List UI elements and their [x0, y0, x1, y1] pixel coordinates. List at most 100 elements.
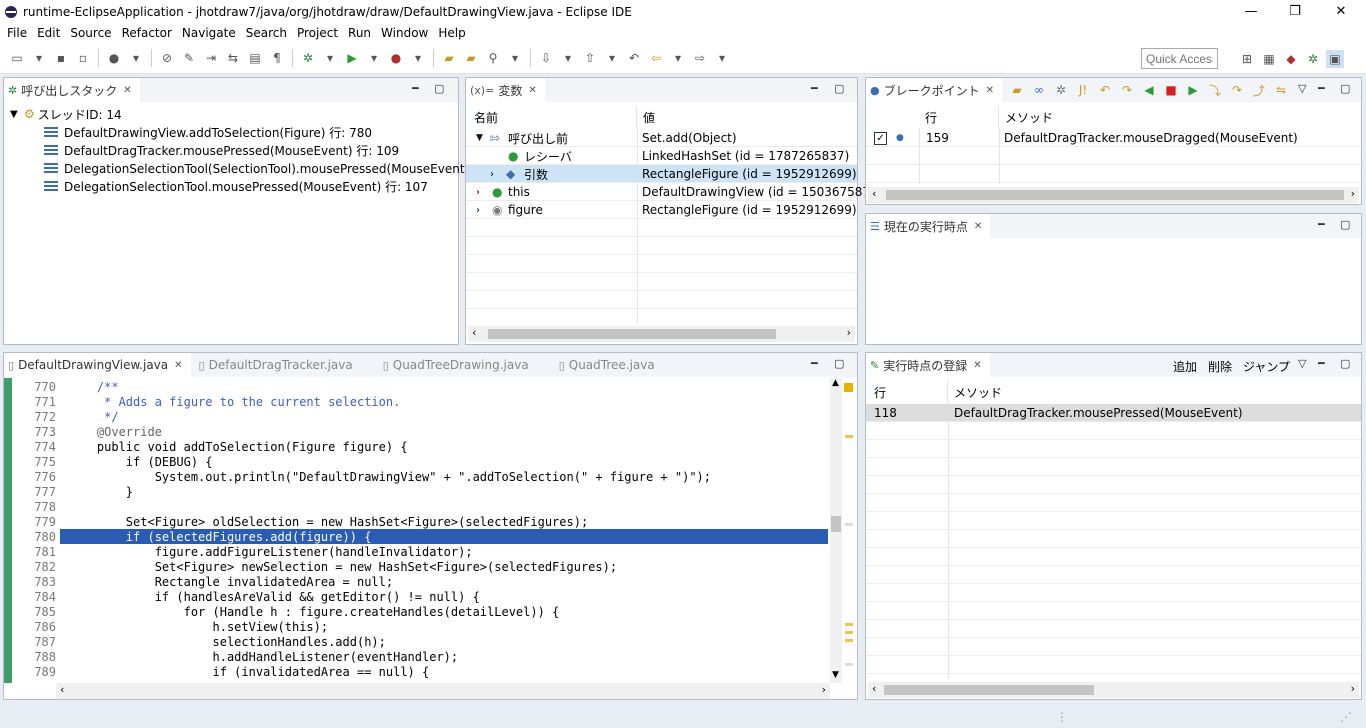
open-folder-icon[interactable]: ▰	[1008, 81, 1026, 99]
column-header-method[interactable]: メソッド	[948, 381, 1359, 403]
restore-button[interactable]: ❐	[1272, 0, 1318, 23]
layout-perspective-icon[interactable]: ▣	[1326, 50, 1344, 68]
overview-ruler-marker[interactable]	[845, 631, 853, 634]
last-edit-icon[interactable]: ↶	[625, 49, 643, 67]
git-perspective-icon[interactable]: ◆	[1282, 50, 1300, 68]
run-icon[interactable]: ▶	[343, 49, 361, 67]
code-area[interactable]: 770 /** 771 * Adds a figure to the curre…	[12, 379, 828, 679]
menu-source[interactable]: Source	[65, 26, 116, 40]
variable-row[interactable]: › ◉ figure RectangleFigure (id = 1952912…	[466, 201, 857, 219]
chevron-down-icon[interactable]: ▾	[409, 49, 427, 67]
exception-breakpoint-icon[interactable]: J!	[1074, 81, 1092, 99]
tab-defaultdrawingview[interactable]: ▯ DefaultDrawingView.java ✕	[4, 353, 191, 377]
open-folder-icon[interactable]: ▰	[462, 49, 480, 67]
close-button[interactable]: ✕	[1318, 0, 1364, 23]
debug-icon[interactable]: ✲	[299, 49, 317, 67]
step-return-icon[interactable]: ⤴	[1250, 81, 1268, 99]
close-icon[interactable]: ✕	[123, 85, 131, 96]
maximize-icon[interactable]: ▢	[834, 82, 844, 95]
chevron-down-icon[interactable]: ▼	[832, 670, 839, 680]
tab-defaultdragtracker[interactable]: ▯ DefaultDragTracker.java	[195, 353, 361, 377]
chevron-down-icon[interactable]: ▾	[506, 49, 524, 67]
menu-search[interactable]: Search	[241, 26, 292, 40]
chevron-down-icon[interactable]: ▾	[669, 49, 687, 67]
chevron-down-icon[interactable]: ▾	[321, 49, 339, 67]
chevron-down-icon[interactable]: ▾	[603, 49, 621, 67]
scrollbar-thumb[interactable]	[884, 685, 1094, 695]
menu-file[interactable]: File	[2, 26, 32, 40]
overview-ruler-marker[interactable]	[845, 523, 853, 526]
stack-frame[interactable]: DelegationSelectionTool(SelectionTool).m…	[44, 159, 501, 177]
step-back-icon[interactable]: ◀	[1140, 81, 1158, 99]
vertical-scrollbar[interactable]: ▲ ▼	[830, 378, 842, 683]
terminate-icon[interactable]: ■	[1162, 81, 1180, 99]
chevron-down-icon[interactable]: ▾	[365, 49, 383, 67]
chevron-left-icon[interactable]: ‹	[472, 326, 476, 339]
skip-icon[interactable]: ✲	[1052, 81, 1070, 99]
chevron-down-icon[interactable]: ▾	[713, 49, 731, 67]
minimize-icon[interactable]: ━	[1318, 357, 1325, 370]
chevron-left-icon[interactable]: ‹	[872, 682, 876, 695]
chevron-down-icon[interactable]: ▾	[559, 49, 577, 67]
step-into-icon[interactable]: ⤵	[1206, 81, 1224, 99]
column-header-value[interactable]: 値	[637, 106, 857, 128]
jump-button[interactable]: ジャンプ	[1243, 358, 1290, 375]
tab-variables[interactable]: (x)= 変数 ✕	[466, 78, 545, 102]
maximize-icon[interactable]: ▢	[1340, 357, 1350, 370]
variable-row-selected[interactable]: › ◆ 引数 RectangleFigure (id = 1952912699)	[466, 165, 857, 183]
overview-ruler-marker[interactable]	[845, 435, 853, 438]
menu-run[interactable]: Run	[343, 26, 376, 40]
column-header-name[interactable]: 名前	[466, 106, 637, 128]
breakpoint-checkbox[interactable]: ✓	[874, 129, 887, 147]
exec-point-row[interactable]: 118 DefaultDragTracker.mousePressed(Mous…	[866, 404, 1361, 422]
chevron-right-icon[interactable]: ›	[476, 201, 480, 219]
tab-current-point[interactable]: ☰ 現在の実行時点 ✕	[866, 214, 991, 238]
redo-icon[interactable]: ↷	[1118, 81, 1136, 99]
overview-ruler-marker[interactable]	[844, 383, 853, 392]
breakpoint-row[interactable]: ✓ ● 159 DefaultDragTracker.mouseDragged(…	[866, 129, 1361, 147]
drop-to-frame-icon[interactable]: ⇋	[1272, 81, 1290, 99]
horizontal-scrollbar[interactable]: ‹ ›	[56, 683, 830, 699]
overview-ruler-marker[interactable]	[845, 623, 853, 626]
menu-window[interactable]: Window	[376, 26, 433, 40]
column-header-line[interactable]: 行	[866, 381, 948, 403]
tab-exec-points[interactable]: ✎ 実行時点の登録 ✕	[866, 353, 990, 377]
resize-grip-icon[interactable]: ⋰	[1340, 710, 1352, 724]
minimize-icon[interactable]: ━	[811, 357, 818, 370]
chevron-left-icon[interactable]: ‹	[60, 683, 64, 696]
scrollbar-thumb[interactable]	[488, 329, 776, 339]
tab-quadtree[interactable]: ▯ QuadTree.java	[555, 353, 663, 377]
close-icon[interactable]: ✕	[174, 360, 182, 371]
menu-project[interactable]: Project	[292, 26, 343, 40]
column-header-line[interactable]: 行	[919, 106, 999, 128]
save-all-icon[interactable]: ▫	[74, 49, 92, 67]
menu-refactor[interactable]: Refactor	[117, 26, 177, 40]
overview-ruler-marker[interactable]	[845, 639, 853, 642]
tab-callstack[interactable]: ✲ 呼び出しスタック ✕	[4, 78, 140, 102]
menu-help[interactable]: Help	[433, 26, 470, 40]
stack-frame[interactable]: DelegationSelectionTool.mousePressed(Mou…	[44, 177, 428, 195]
menu-navigate[interactable]: Navigate	[177, 26, 241, 40]
minimize-button[interactable]: —	[1228, 0, 1274, 23]
minimize-icon[interactable]: ━	[1318, 218, 1325, 231]
variable-row[interactable]: › ● this DefaultDrawingView (id = 150367…	[466, 183, 875, 201]
view-menu-icon[interactable]: ▽	[1298, 357, 1306, 370]
close-icon[interactable]: ✕	[974, 221, 982, 232]
open-type-icon[interactable]: ▰	[440, 49, 458, 67]
user-icon[interactable]: ●	[105, 49, 123, 67]
chevron-left-icon[interactable]: ‹	[872, 187, 876, 200]
skip-breakpoints-icon[interactable]: ⊘	[158, 49, 176, 67]
horizontal-scrollbar[interactable]: ‹ ›	[868, 187, 1359, 203]
step-over-icon[interactable]: ↷	[1228, 81, 1246, 99]
forward-icon[interactable]: ⇨	[691, 49, 709, 67]
chevron-right-icon[interactable]: ›	[490, 165, 494, 183]
close-icon[interactable]: ✕	[973, 360, 981, 371]
open-perspective-icon[interactable]: ⊞	[1238, 50, 1256, 68]
undo-icon[interactable]: ↶	[1096, 81, 1114, 99]
quick-access-input[interactable]	[1141, 48, 1218, 69]
thread-node[interactable]: ▼ ⚙ スレッドID: 14	[10, 105, 122, 123]
chevron-right-icon[interactable]: ›	[1351, 187, 1355, 200]
column-header-method[interactable]: メソッド	[999, 106, 1359, 128]
paragraph-icon[interactable]: ¶	[268, 49, 286, 67]
stack-frame[interactable]: DefaultDrawingView.addToSelection(Figure…	[44, 123, 372, 141]
